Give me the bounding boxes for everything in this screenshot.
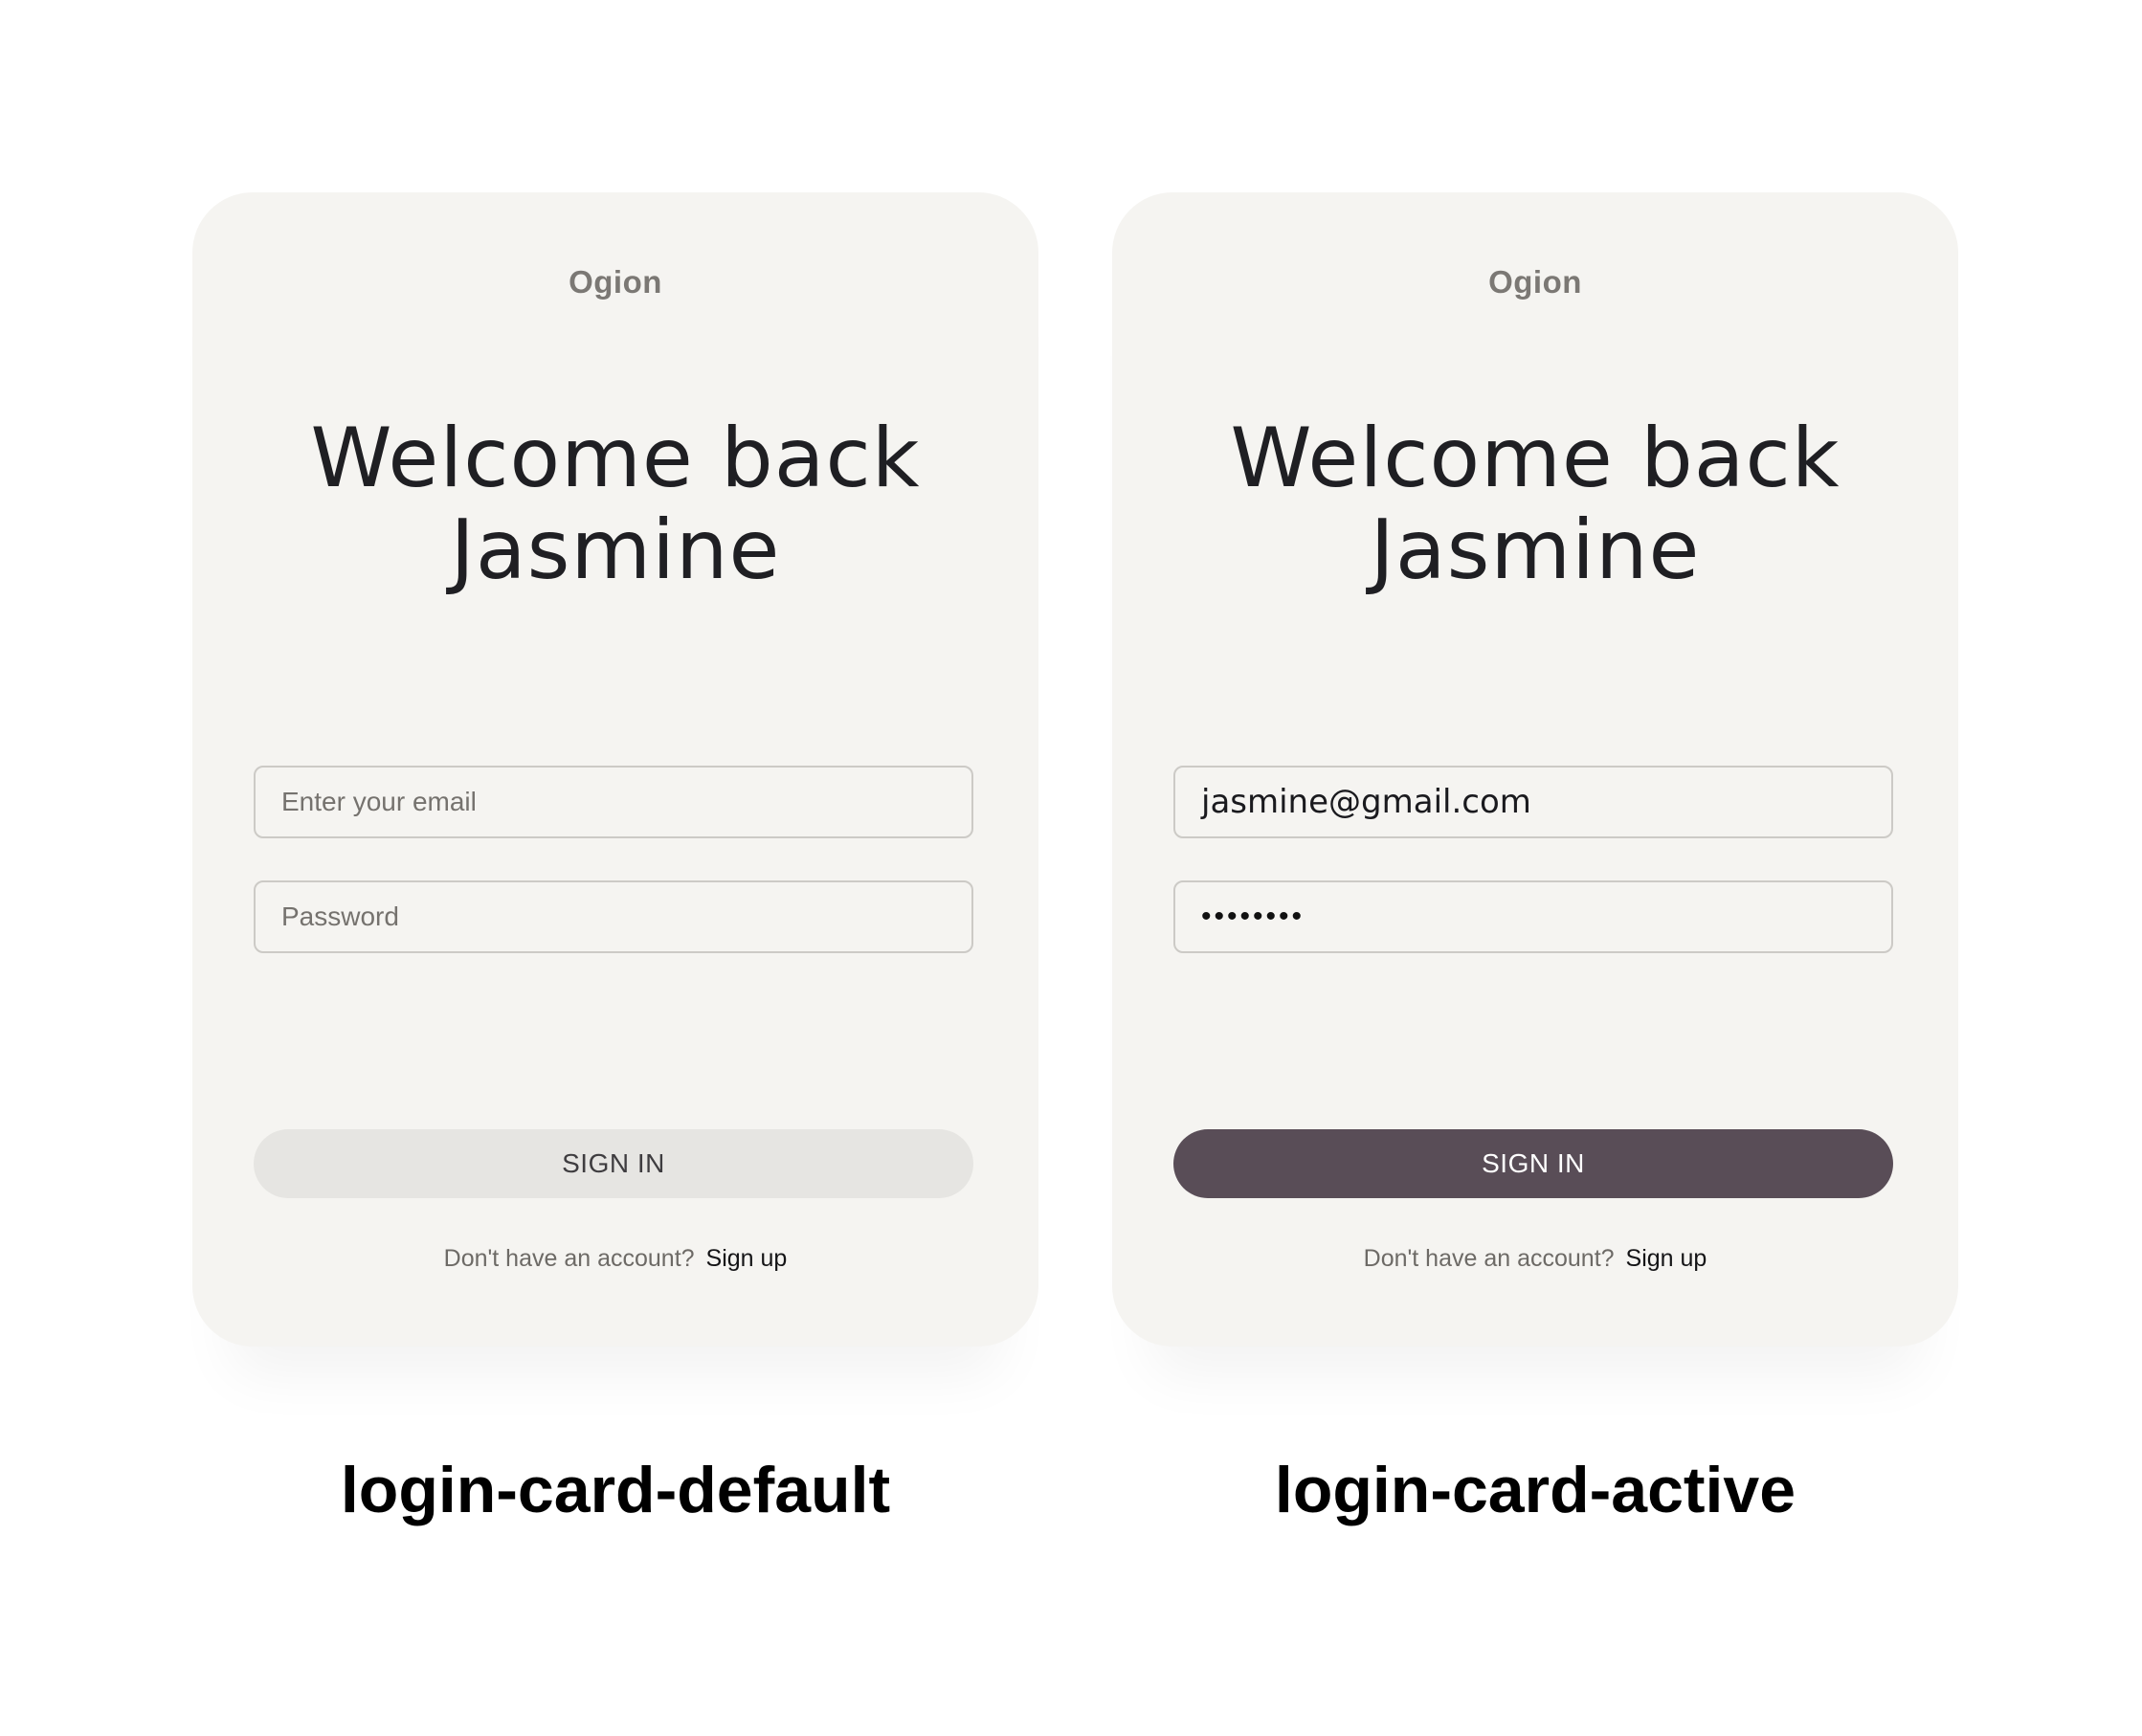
password-field[interactable]: ••••••••	[1173, 880, 1893, 953]
welcome-line-name: Jasmine	[1370, 502, 1701, 598]
sign-in-button[interactable]: SIGN IN	[254, 1129, 973, 1198]
welcome-line-1: Welcome back	[310, 411, 921, 506]
welcome-heading: Welcome back Jasmine	[1112, 412, 1958, 596]
signup-prompt: Don't have an account? Sign up	[1112, 1245, 1958, 1273]
email-field[interactable]: jasmine@gmail.com	[1173, 766, 1893, 838]
password-field[interactable]: Password	[254, 880, 973, 953]
brand-logo-text: Ogion	[1488, 264, 1582, 300]
signup-prompt: Don't have an account? Sign up	[192, 1245, 1038, 1273]
signup-link[interactable]: Sign up	[1626, 1245, 1707, 1272]
signup-link[interactable]: Sign up	[706, 1245, 788, 1272]
sign-in-button[interactable]: SIGN IN	[1173, 1129, 1893, 1198]
signup-question: Don't have an account?	[1363, 1245, 1615, 1272]
password-mask: ••••••••	[1201, 901, 1305, 932]
welcome-line-1: Welcome back	[1230, 411, 1841, 506]
brand-logo-text: Ogion	[569, 264, 662, 300]
signup-question: Don't have an account?	[443, 1245, 695, 1272]
welcome-heading: Welcome back Jasmine	[192, 412, 1038, 596]
caption-active: login-card-active	[1274, 1454, 1796, 1526]
login-card-active: Ogion Welcome back Jasmine jasmine@gmail…	[1112, 192, 1958, 1347]
welcome-line-name: Jasmine	[450, 502, 781, 598]
email-field[interactable]: Enter your email	[254, 766, 973, 838]
login-card-default: Ogion Welcome back Jasmine Enter your em…	[192, 192, 1038, 1347]
email-value: jasmine@gmail.com	[1201, 783, 1531, 821]
caption-default: login-card-default	[340, 1454, 891, 1526]
email-placeholder: Enter your email	[281, 787, 477, 816]
password-placeholder: Password	[281, 901, 399, 931]
